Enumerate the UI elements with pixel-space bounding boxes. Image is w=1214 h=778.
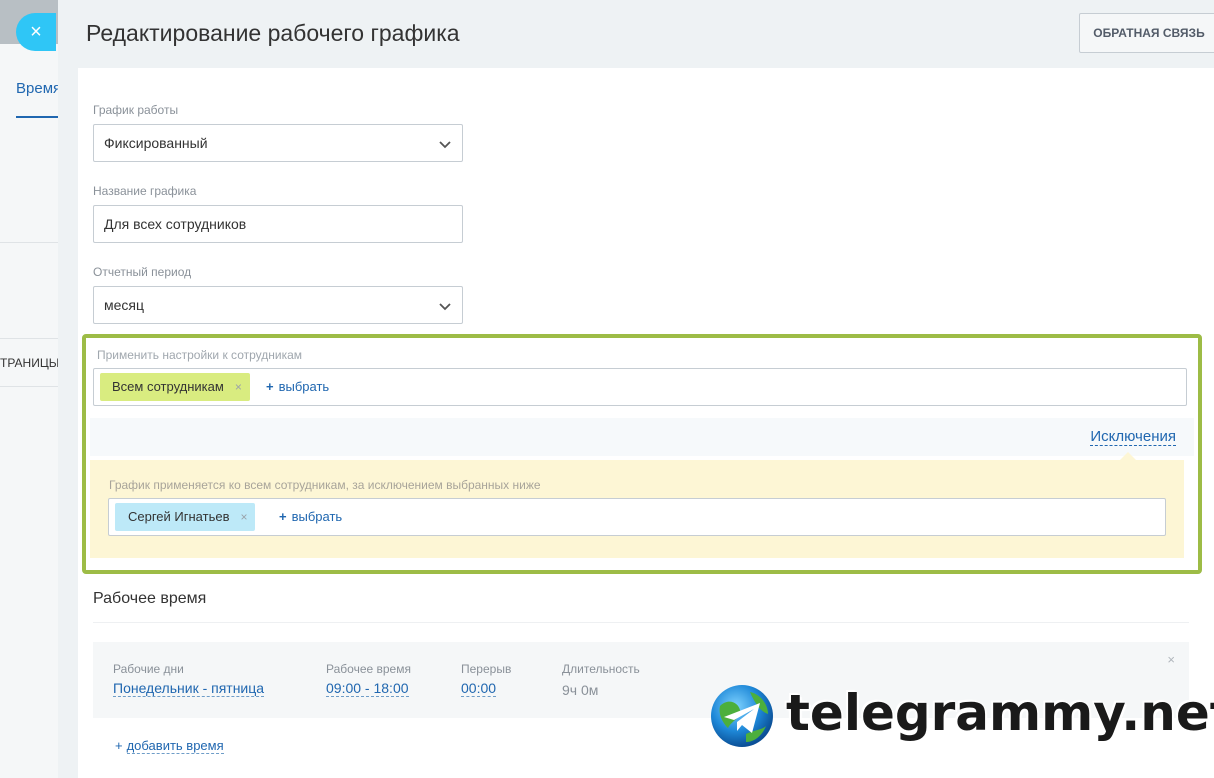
background-divider: [0, 242, 60, 243]
exceptions-description: График применяется ко всем сотрудникам, …: [109, 478, 541, 492]
exceptions-choose-label: выбрать: [291, 509, 343, 524]
background-divider: [0, 338, 60, 339]
apply-to-selector[interactable]: Всем сотрудникам × + выбрать: [93, 368, 1187, 406]
plus-icon: +: [266, 379, 274, 394]
page-title: Редактирование рабочего графика: [86, 20, 460, 46]
exceptions-selector[interactable]: Сергей Игнатьев × + выбрать: [108, 498, 1166, 536]
duration-label: Длительность: [562, 662, 640, 676]
telegram-globe-icon: [711, 685, 773, 747]
feedback-button[interactable]: ОБРАТНАЯ СВЯЗЬ: [1079, 13, 1214, 53]
watermark-text: telegrammy.net: [786, 684, 1214, 742]
background-divider: [0, 386, 60, 387]
plus-icon: +: [279, 509, 287, 524]
apply-to-employees-section: Применить настройки к сотрудникам Всем с…: [82, 334, 1202, 574]
schedule-type-value: Фиксированный: [104, 135, 208, 151]
exceptions-pointer: [1120, 452, 1136, 460]
background-page: Время ТРАНИЦЫ:: [0, 0, 63, 778]
exceptions-toggle-strip: Исключения: [90, 418, 1194, 456]
exceptions-link[interactable]: Исключения: [1090, 428, 1176, 446]
schedule-name-input[interactable]: Для всех сотрудников: [93, 205, 463, 243]
close-icon: ×: [30, 21, 42, 43]
break-value[interactable]: 00:00: [461, 680, 497, 697]
excluded-employee-tag-label: Сергей Игнатьев: [128, 509, 230, 524]
working-hours-value[interactable]: 09:00 - 18:00: [326, 680, 409, 697]
exceptions-panel: График применяется ко всем сотрудникам, …: [90, 452, 1184, 558]
remove-tag-icon[interactable]: ×: [240, 503, 247, 531]
working-hours-label: Рабочее время: [326, 662, 411, 676]
plus-icon: +: [115, 738, 123, 753]
schedule-type-label: График работы: [93, 103, 179, 117]
chevron-down-icon: [439, 303, 451, 311]
add-time-link[interactable]: + добавить время: [115, 738, 224, 754]
background-side-label: ТРАНИЦЫ:: [0, 356, 63, 370]
duration-value: 9ч 0м: [562, 682, 599, 698]
schedule-type-select[interactable]: Фиксированный: [93, 124, 463, 162]
excluded-employee-tag: Сергей Игнатьев ×: [115, 503, 256, 531]
add-time-label: добавить время: [126, 738, 224, 754]
remove-tag-icon[interactable]: ×: [235, 373, 242, 401]
all-employees-tag-label: Всем сотрудникам: [112, 379, 224, 394]
schedule-name-label: Название графика: [93, 184, 197, 198]
section-divider: [93, 622, 1189, 623]
remove-time-row-icon[interactable]: ×: [1167, 652, 1175, 667]
schedule-name-value: Для всех сотрудников: [104, 216, 247, 232]
report-period-label: Отчетный период: [93, 265, 192, 279]
apply-to-choose-link[interactable]: + выбрать: [266, 379, 329, 394]
working-days-label: Рабочие дни: [113, 662, 184, 676]
slider-panel: Редактирование рабочего графика ОБРАТНАЯ…: [58, 0, 1214, 778]
report-period-value: месяц: [104, 297, 145, 313]
background-tab-time[interactable]: Время: [16, 80, 61, 97]
all-employees-tag: Всем сотрудникам ×: [100, 373, 250, 401]
report-period-select[interactable]: месяц: [93, 286, 463, 324]
chevron-down-icon: [439, 141, 451, 149]
apply-to-label: Применить настройки к сотрудникам: [97, 348, 303, 362]
apply-to-choose-label: выбрать: [278, 379, 330, 394]
watermark: telegrammy.net: [710, 684, 1214, 752]
working-time-title: Рабочее время: [93, 590, 207, 607]
close-slider-button[interactable]: ×: [16, 13, 56, 51]
background-tab-underline: [16, 116, 60, 118]
exceptions-choose-link[interactable]: + выбрать: [279, 509, 342, 524]
break-label: Перерыв: [461, 662, 512, 676]
schedule-form-card: График работы Фиксированный Название гра…: [78, 68, 1214, 778]
working-days-value[interactable]: Понедельник - пятница: [113, 680, 265, 697]
